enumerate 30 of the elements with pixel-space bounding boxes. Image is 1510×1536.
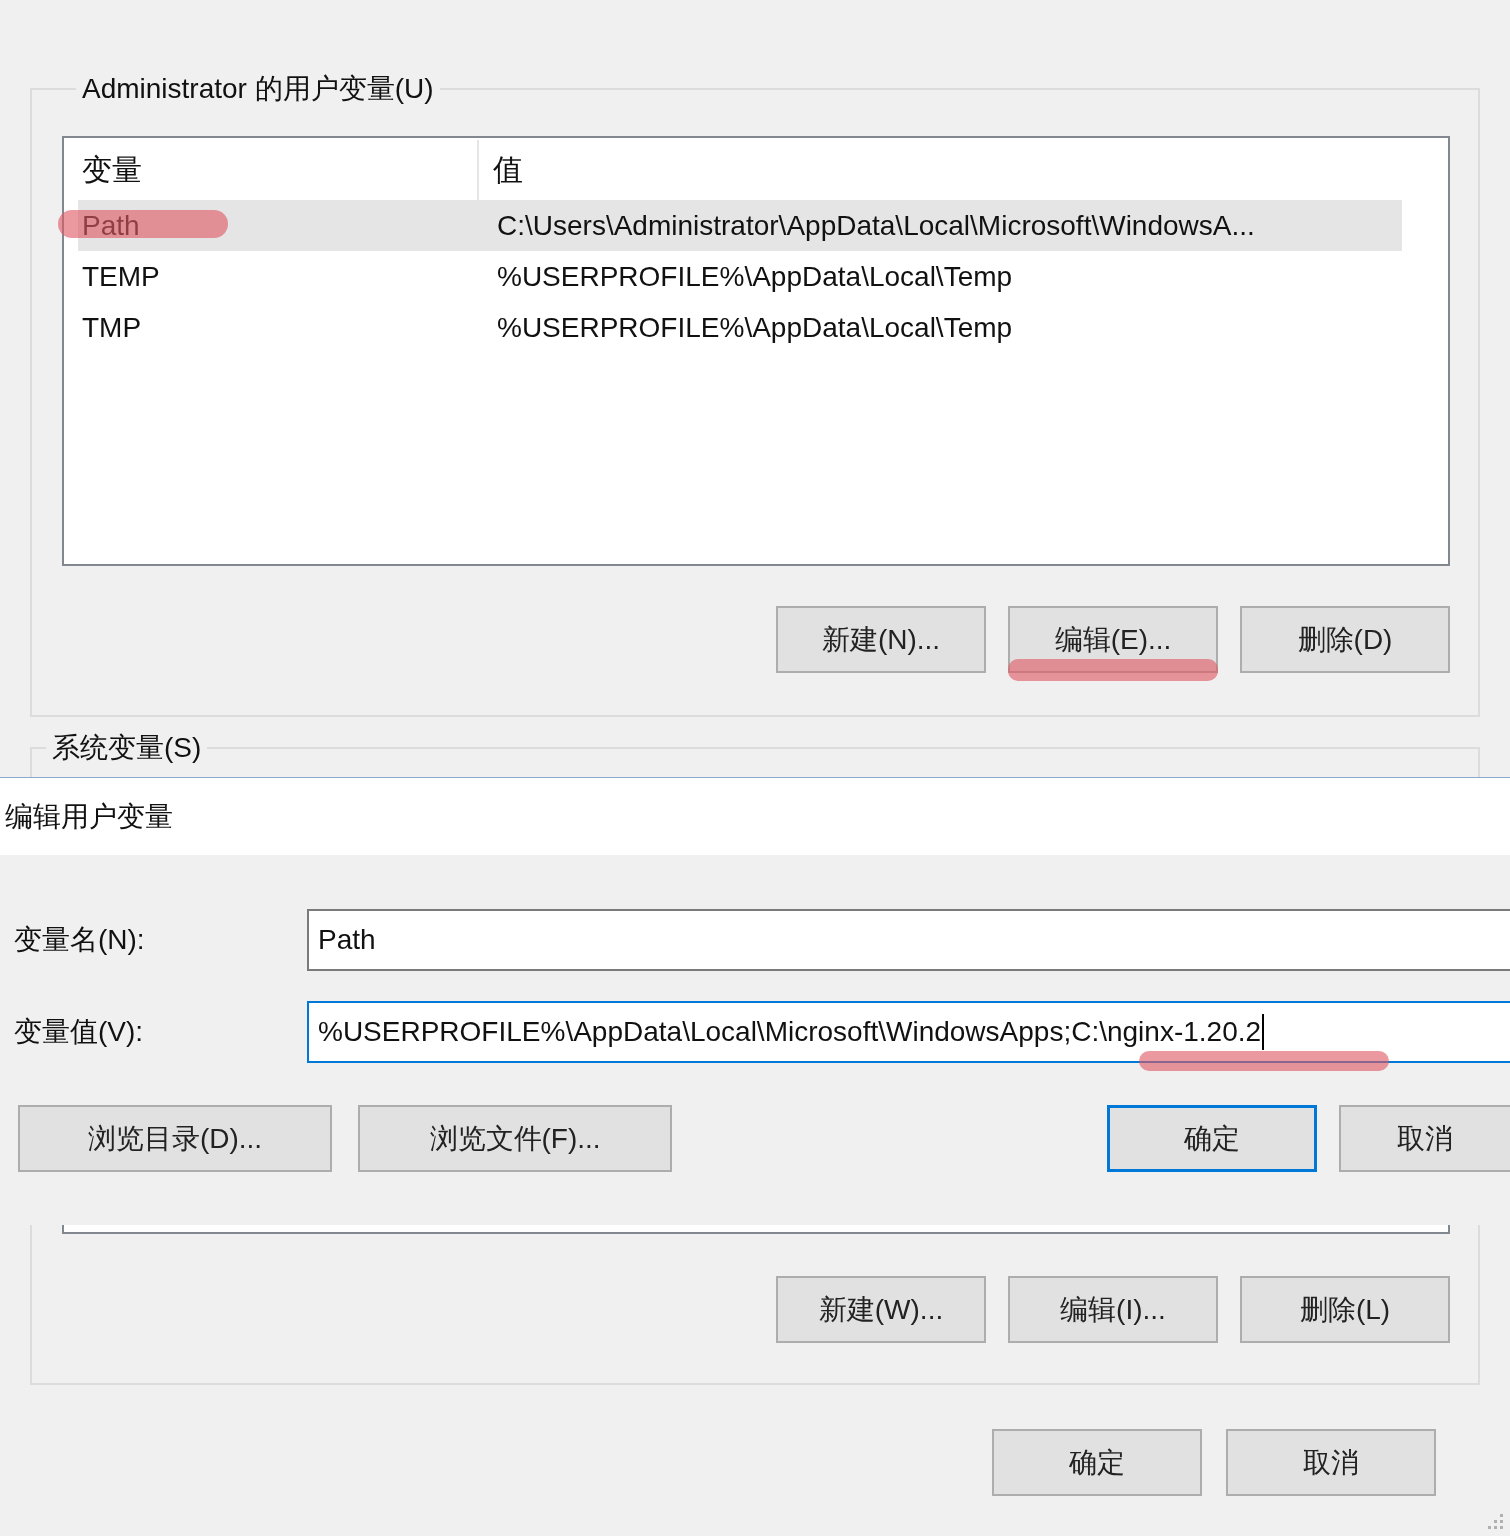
input-field[interactable]: %USERPROFILE%\AppData\Local\Microsoft\WindowsApps;C:\nginx-1.20.2: [307, 1001, 1510, 1063]
table-cell-text: Path: [81, 209, 141, 242]
dialog-button[interactable]: 编辑(I)...: [1008, 1276, 1218, 1343]
table-cell-text: TEMP: [81, 260, 161, 293]
table-cell-text: C:\Users\Administrator\AppData\Local\Microsoft\WindowsA...: [496, 209, 1256, 242]
dialog-button[interactable]: 新建(N)...: [776, 606, 986, 673]
dialog-button[interactable]: 取消: [1226, 1429, 1436, 1496]
dialog-button[interactable]: 确定: [992, 1429, 1202, 1496]
dialog-button[interactable]: 编辑(E)...: [1008, 606, 1218, 673]
text-cursor: [1262, 1014, 1265, 1050]
dialog-button[interactable]: 取消: [1338, 1105, 1510, 1172]
column-header[interactable]: 值: [479, 140, 1402, 200]
list-row[interactable]: TMP %USERPROFILE%\AppData\Local\Temp: [78, 302, 1402, 353]
dialog-button[interactable]: 删除(D): [1240, 606, 1450, 673]
table-cell-text: %USERPROFILE%\AppData\Local\Temp: [496, 311, 1014, 344]
table-cell-text: TMP: [81, 311, 143, 344]
field-label: 变量值(V):: [13, 1015, 145, 1049]
group-title: 系统变量(S): [51, 731, 203, 765]
table-cell-text: %USERPROFILE%\AppData\Local\Temp: [496, 260, 1014, 293]
dialog-button[interactable]: 确定: [1107, 1105, 1317, 1172]
dialog-button[interactable]: 浏览目录(D)...: [18, 1105, 333, 1172]
window-title: 编辑用户变量: [0, 778, 1510, 855]
list-row[interactable]: Path C:\Users\Administrator\AppData\Local\Microsoft\WindowsA...: [78, 200, 1402, 251]
field-label: 变量名(N):: [13, 923, 146, 957]
input-field[interactable]: Path: [307, 909, 1510, 971]
group-title: Administrator 的用户变量(U): [81, 72, 435, 106]
dialog-button[interactable]: 删除(L): [1240, 1276, 1450, 1343]
list-row[interactable]: TEMP %USERPROFILE%\AppData\Local\Temp: [78, 251, 1402, 302]
dialog-button[interactable]: 浏览文件(F)...: [358, 1105, 673, 1172]
dialog-button[interactable]: 新建(W)...: [776, 1276, 986, 1343]
